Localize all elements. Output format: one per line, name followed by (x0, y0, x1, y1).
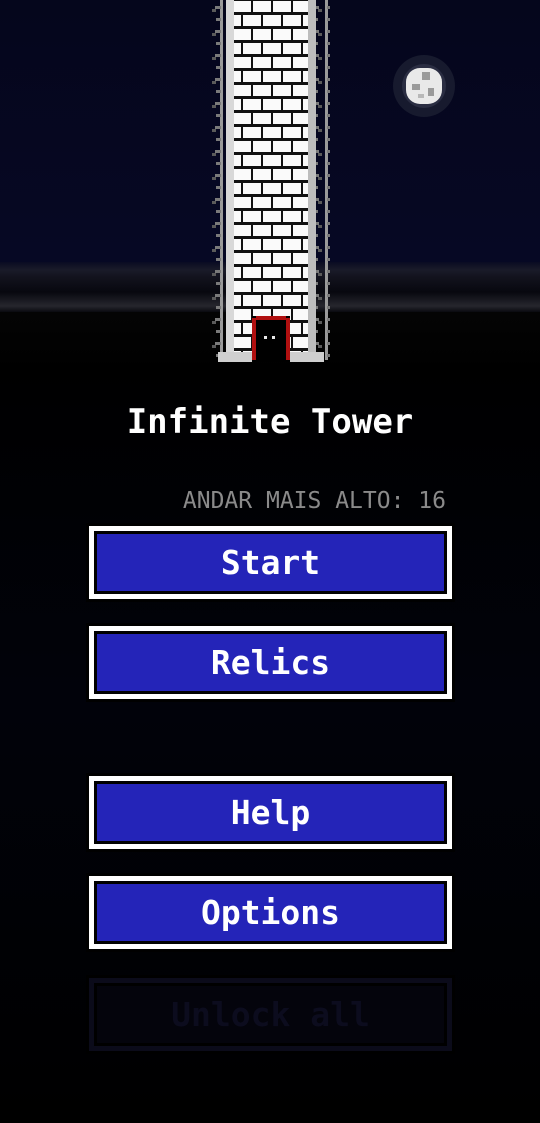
tower-icon (212, 0, 330, 362)
game-screen: Infinite Tower ANDAR MAIS ALTO: 16 Start… (0, 0, 540, 1123)
unlock-all-button[interactable]: Unlock all (86, 975, 455, 1054)
moon-icon (393, 55, 455, 117)
relics-button[interactable]: Relics (86, 623, 455, 702)
highscore-label: ANDAR MAIS ALTO: 16 (182, 488, 446, 514)
options-button[interactable]: Options (86, 873, 455, 952)
game-title: Infinite Tower (126, 402, 414, 442)
help-button[interactable]: Help (86, 773, 455, 852)
door-icon (252, 316, 290, 362)
start-button[interactable]: Start (86, 523, 455, 602)
